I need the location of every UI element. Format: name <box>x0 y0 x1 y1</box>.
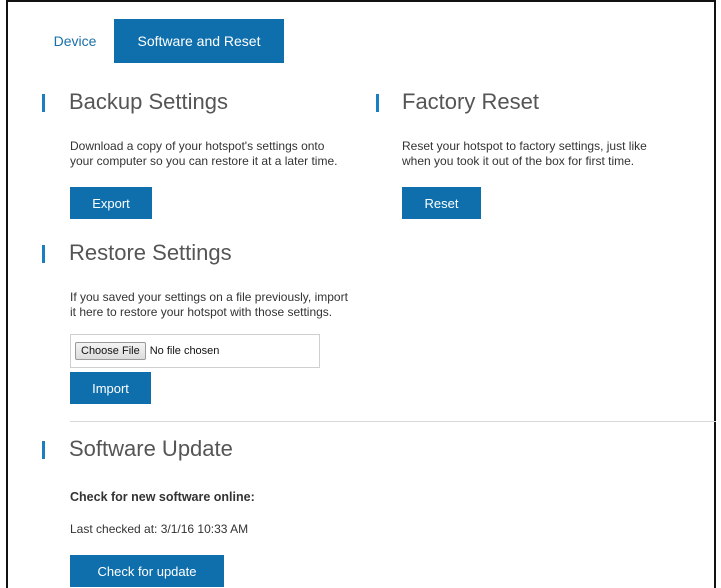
check-for-update-button[interactable]: Check for update <box>70 555 224 587</box>
section-accent-bar <box>42 94 45 112</box>
restore-description-line-2: it here to restore your hotspot with tho… <box>70 305 333 319</box>
tab-device[interactable]: Device <box>36 19 114 63</box>
file-status-text: No file chosen <box>149 345 220 357</box>
check-software-label: Check for new software online: <box>70 490 255 504</box>
backup-description-line-2: your computer so you can restore it at a… <box>70 154 338 168</box>
factory-description-line-1: Reset your hotspot to factory settings, … <box>402 139 647 153</box>
restore-description-line-1: If you saved your settings on a file pre… <box>70 290 348 304</box>
last-checked-text: Last checked at: 3/1/16 10:33 AM <box>70 522 249 536</box>
software-update-title: Software Update <box>69 436 233 461</box>
section-accent-bar <box>42 245 45 263</box>
backup-settings-title: Backup Settings <box>69 89 228 114</box>
section-divider <box>70 421 716 422</box>
import-button[interactable]: Import <box>70 372 151 404</box>
tab-software-and-reset[interactable]: Software and Reset <box>114 19 284 63</box>
backup-description-line-1: Download a copy of your hotspot's settin… <box>70 139 325 153</box>
export-button[interactable]: Export <box>70 187 152 219</box>
reset-button[interactable]: Reset <box>402 187 481 219</box>
restore-settings-title: Restore Settings <box>69 240 232 265</box>
page-frame: Device Software and Reset Backup Setting… <box>6 0 716 588</box>
file-input[interactable]: Choose File No file chosen <box>70 334 320 368</box>
factory-reset-title: Factory Reset <box>402 89 539 114</box>
choose-file-button[interactable]: Choose File <box>75 342 146 360</box>
factory-description-line-2: when you took it out of the box for firs… <box>402 154 635 168</box>
tab-bar: Device Software and Reset <box>36 19 284 63</box>
section-accent-bar <box>42 441 45 459</box>
section-accent-bar <box>376 94 379 112</box>
